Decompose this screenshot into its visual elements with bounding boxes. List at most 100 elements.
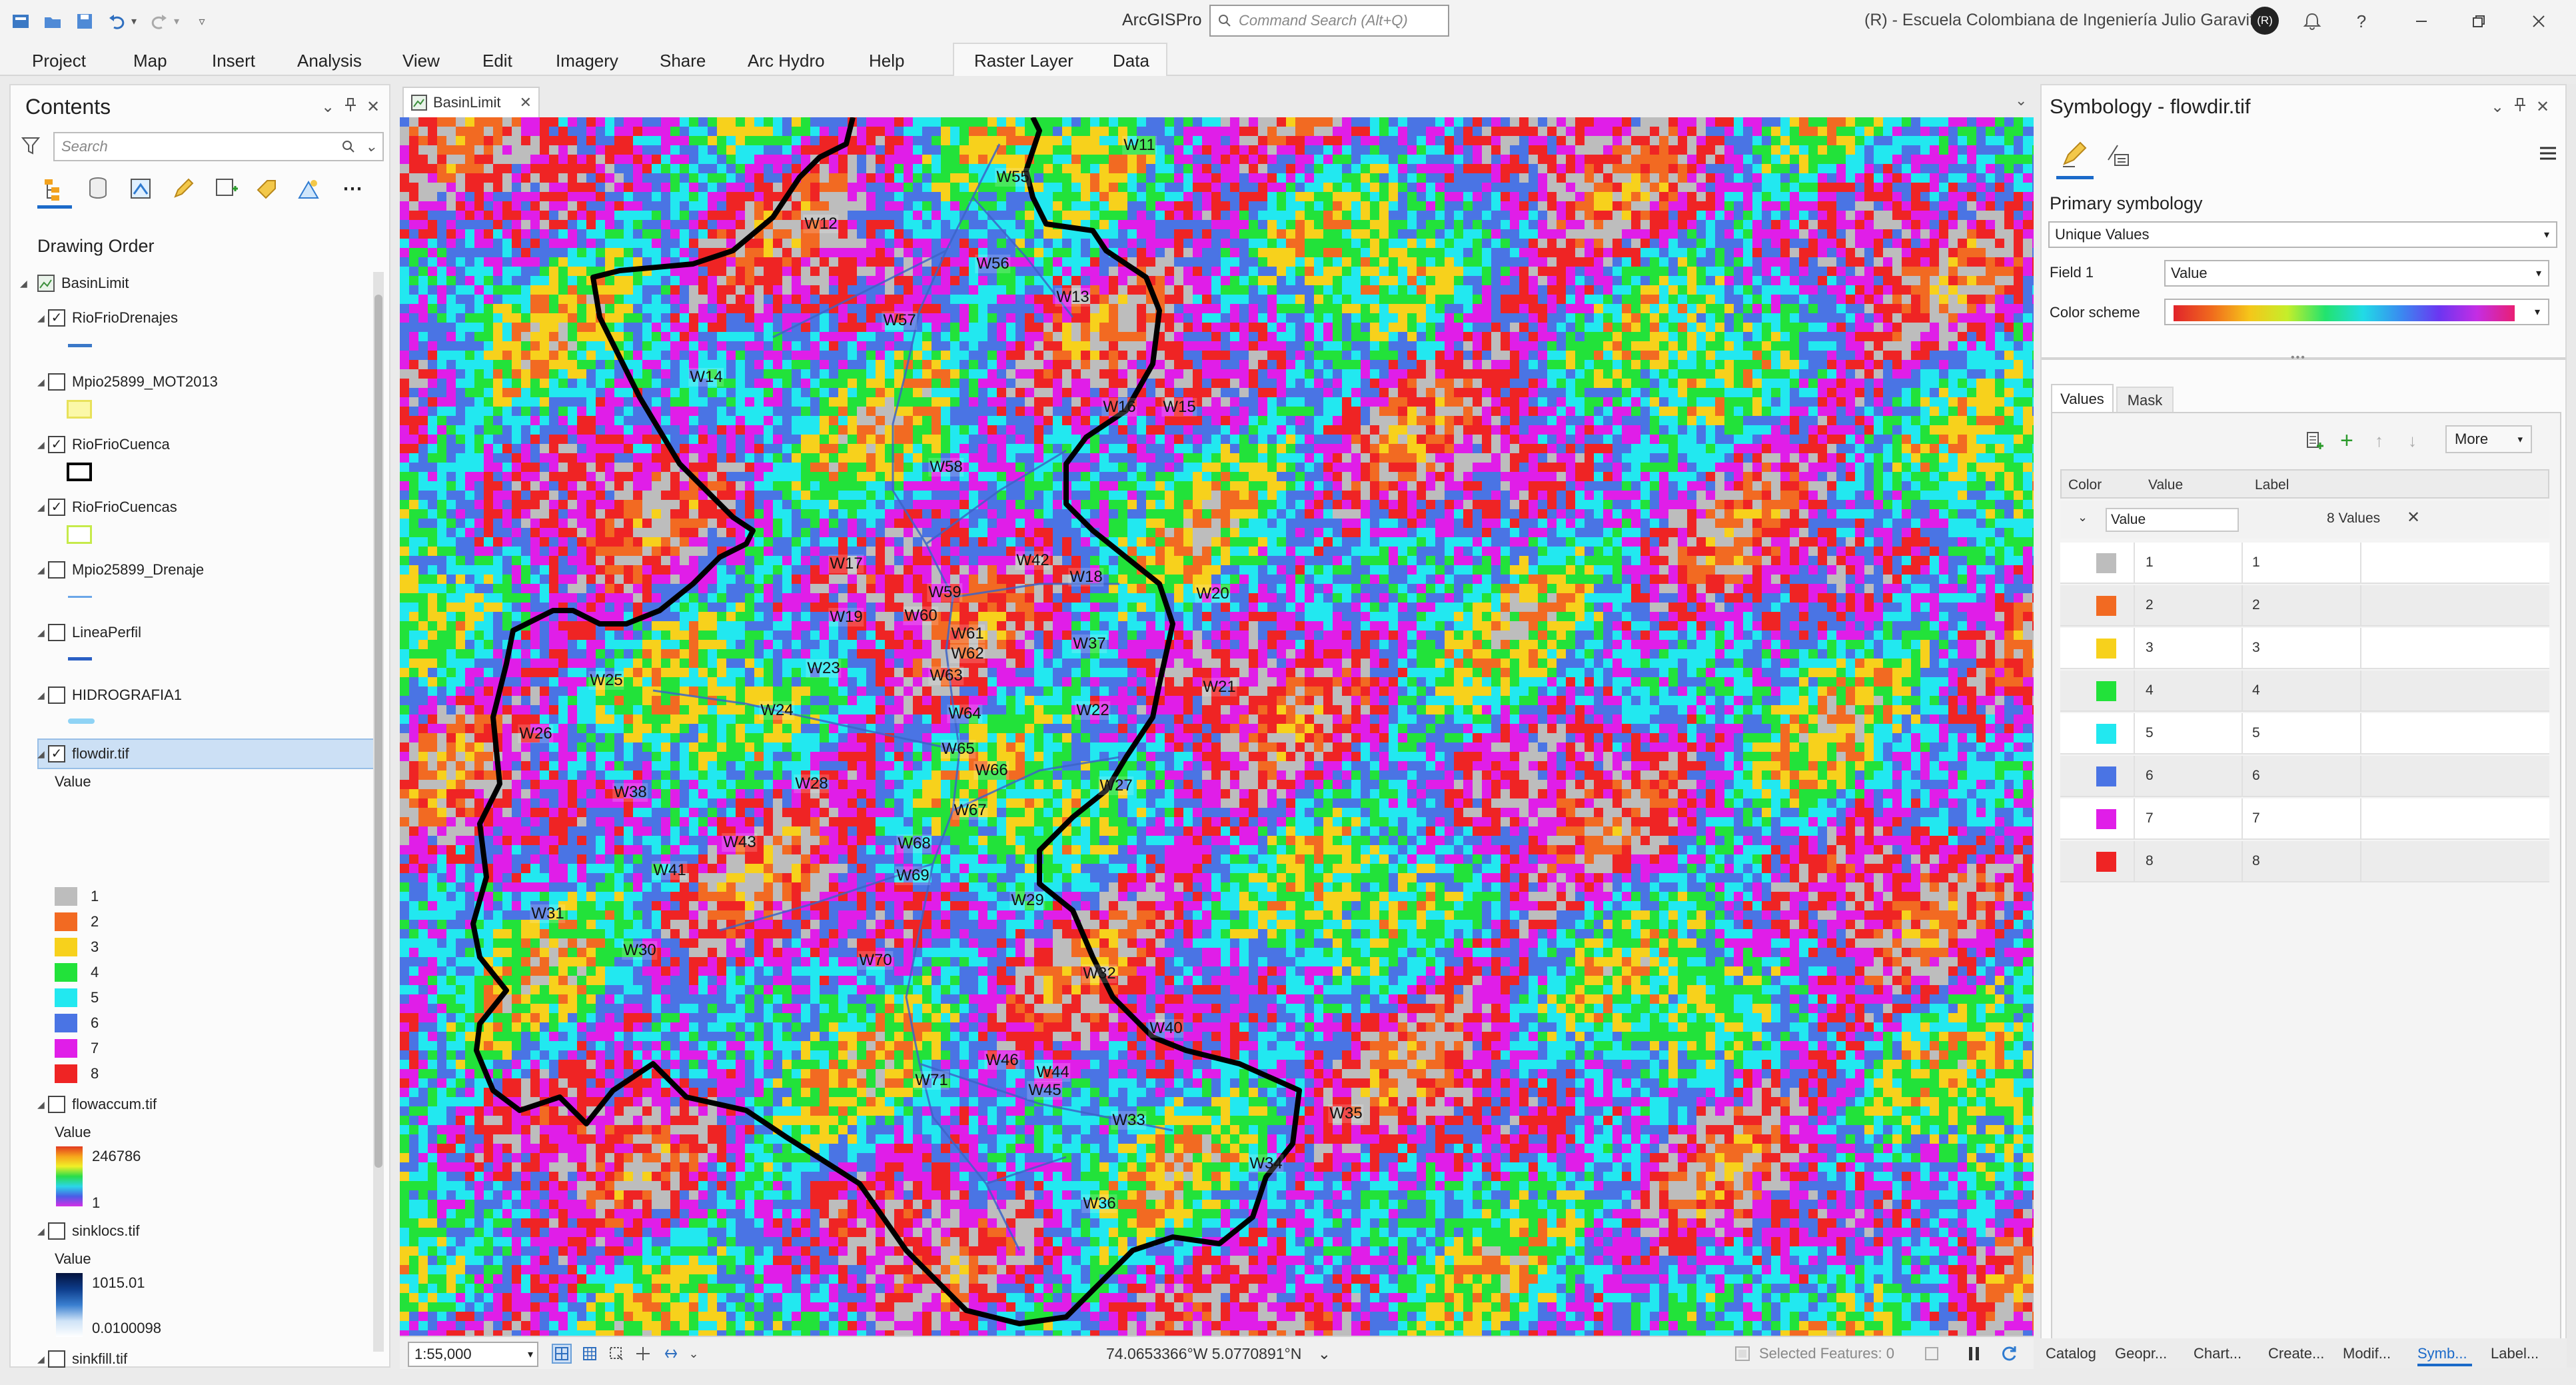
- value-color-swatch[interactable]: [2096, 724, 2116, 744]
- tab-map[interactable]: Map: [128, 48, 173, 74]
- map-canvas[interactable]: W11 W12 W55 W56 W13 W57 W14 W16 W15 W58 W17 W42 W18 W…: [400, 117, 2034, 1336]
- list-by-editing-icon[interactable]: [168, 173, 199, 204]
- save-icon[interactable]: [73, 10, 96, 33]
- layer-visibility-checkbox[interactable]: [48, 373, 65, 391]
- label-cell[interactable]: 7: [2252, 810, 2260, 826]
- tab-edit[interactable]: Edit: [477, 48, 518, 74]
- customize-qat-icon[interactable]: ▿: [191, 10, 213, 33]
- avatar[interactable]: (R): [2251, 7, 2279, 35]
- field-dropdown[interactable]: Value ▾: [2164, 260, 2549, 287]
- tab-basinlimit[interactable]: BasinLimit ✕: [402, 87, 540, 117]
- group-field-input[interactable]: Value: [2106, 508, 2239, 532]
- value-color-swatch[interactable]: [2096, 639, 2116, 659]
- collapse-triangle-icon[interactable]: ◢: [20, 278, 31, 289]
- scale-dropdown-icon[interactable]: ▾: [528, 1348, 533, 1361]
- symbology-method-dropdown[interactable]: Unique Values ▾: [2048, 221, 2557, 248]
- table-row[interactable]: 11: [2060, 543, 2549, 584]
- fixed-zoom-icon[interactable]: [552, 1344, 572, 1364]
- minimize-icon[interactable]: [2405, 5, 2437, 37]
- more-tools-icon[interactable]: ⋯: [337, 173, 368, 204]
- help-icon[interactable]: ?: [2345, 5, 2377, 37]
- tab-create-features[interactable]: Create...: [2268, 1345, 2324, 1362]
- status-options-chevron-icon[interactable]: ⌄: [684, 1344, 704, 1364]
- layer-hidrografia1[interactable]: ◢ HIDROGRAFIA1: [37, 683, 182, 708]
- tab-insert[interactable]: Insert: [207, 48, 261, 74]
- label-cell[interactable]: 8: [2252, 853, 2260, 869]
- more-button[interactable]: More ▾: [2445, 425, 2532, 453]
- tab-view[interactable]: View: [397, 48, 445, 74]
- layer-visibility-checkbox[interactable]: [48, 624, 65, 641]
- tab-catalog[interactable]: Catalog: [2046, 1345, 2096, 1362]
- table-row[interactable]: 66: [2060, 756, 2549, 797]
- collapse-chevron-icon[interactable]: ⌄: [2078, 511, 2088, 525]
- color-scheme-dropdown[interactable]: ▾: [2164, 299, 2549, 325]
- add-value-icon[interactable]: +: [2340, 429, 2353, 452]
- move-down-icon[interactable]: ↓: [2408, 431, 2417, 451]
- table-row[interactable]: 55: [2060, 713, 2549, 754]
- snapping-icon[interactable]: [633, 1344, 653, 1364]
- tab-modify-features[interactable]: Modif...: [2343, 1345, 2391, 1362]
- layer-riofriocuenca[interactable]: ◢ ✓ RioFrioCuenca: [37, 432, 170, 457]
- layer-sinkfill[interactable]: ◢ sinkfill.tif: [37, 1346, 127, 1372]
- undo-icon[interactable]: [105, 10, 128, 33]
- close-pane-icon[interactable]: ✕: [2536, 97, 2549, 117]
- contents-scrollbar[interactable]: [373, 272, 384, 1352]
- list-by-selection-icon[interactable]: [125, 173, 156, 204]
- selected-features-icon[interactable]: [1732, 1344, 1752, 1364]
- filter-icon[interactable]: [21, 136, 41, 161]
- label-cell[interactable]: 1: [2252, 555, 2260, 571]
- tab-labeling[interactable]: Label...: [2491, 1345, 2539, 1362]
- list-by-snapping-icon[interactable]: [211, 173, 241, 204]
- app-icon[interactable]: [9, 10, 32, 33]
- label-cell[interactable]: 6: [2252, 768, 2260, 784]
- tab-imagery[interactable]: Imagery: [550, 48, 624, 74]
- tab-values[interactable]: Values: [2051, 384, 2114, 413]
- close-window-icon[interactable]: [2523, 5, 2555, 37]
- grid-icon[interactable]: [580, 1344, 600, 1364]
- undo-dropdown-icon[interactable]: ▾: [129, 10, 139, 33]
- tab-symbology[interactable]: Symb...: [2417, 1345, 2467, 1362]
- map-root-item[interactable]: ◢ BasinLimit: [20, 271, 129, 296]
- tab-geoprocessing[interactable]: Geopr...: [2115, 1345, 2167, 1362]
- layer-visibility-checkbox[interactable]: ✓: [48, 499, 65, 516]
- layer-mpio25899-mot2013[interactable]: ◢ Mpio25899_MOT2013: [37, 369, 218, 395]
- notifications-bell-icon[interactable]: [2296, 5, 2328, 37]
- layer-visibility-checkbox[interactable]: [48, 1096, 65, 1113]
- primary-symbology-icon[interactable]: [2058, 137, 2092, 172]
- pin-icon[interactable]: [344, 97, 357, 117]
- table-row[interactable]: 22: [2060, 585, 2549, 627]
- pane-options-chevron-icon[interactable]: ⌄: [321, 97, 334, 117]
- search-options-chevron-icon[interactable]: ⌄: [365, 138, 377, 155]
- value-color-swatch[interactable]: [2096, 681, 2116, 701]
- close-tab-icon[interactable]: ✕: [520, 94, 532, 111]
- pin-icon[interactable]: [2513, 97, 2527, 117]
- layer-visibility-checkbox[interactable]: ✓: [48, 436, 65, 453]
- scrollbar-thumb[interactable]: [374, 295, 382, 1168]
- add-class-icon[interactable]: [2305, 431, 2325, 455]
- navigation-icon[interactable]: [606, 1344, 626, 1364]
- tab-project[interactable]: Project: [27, 48, 91, 74]
- list-by-data-source-icon[interactable]: [83, 173, 113, 204]
- open-project-icon[interactable]: [41, 10, 64, 33]
- refresh-icon[interactable]: [1999, 1344, 2019, 1364]
- layer-lineaperfil[interactable]: ◢ LineaPerfil: [37, 620, 141, 645]
- remove-group-icon[interactable]: ✕: [2407, 508, 2420, 527]
- table-row[interactable]: 77: [2060, 798, 2549, 840]
- table-row[interactable]: 88: [2060, 841, 2549, 882]
- mask-symbology-icon[interactable]: [2100, 137, 2135, 172]
- label-cell[interactable]: 5: [2252, 725, 2260, 741]
- tab-arc-hydro[interactable]: Arc Hydro: [742, 48, 830, 74]
- layer-mpio25899-drenaje[interactable]: ◢ Mpio25899_Drenaje: [37, 557, 204, 583]
- label-cell[interactable]: 2: [2252, 597, 2260, 613]
- value-color-swatch[interactable]: [2096, 766, 2116, 786]
- tab-raster-layer[interactable]: Raster Layer: [969, 48, 1079, 74]
- layer-visibility-checkbox[interactable]: [48, 687, 65, 704]
- label-cell[interactable]: 3: [2252, 640, 2260, 656]
- restore-icon[interactable]: [2463, 5, 2495, 37]
- value-group-row[interactable]: ⌄ Value 8 Values ✕: [2060, 501, 2549, 539]
- value-color-swatch[interactable]: [2096, 596, 2116, 616]
- table-row[interactable]: 44: [2060, 671, 2549, 712]
- layer-visibility-checkbox[interactable]: ✓: [48, 309, 65, 327]
- value-color-swatch[interactable]: [2096, 809, 2116, 829]
- redo-icon[interactable]: [148, 10, 171, 33]
